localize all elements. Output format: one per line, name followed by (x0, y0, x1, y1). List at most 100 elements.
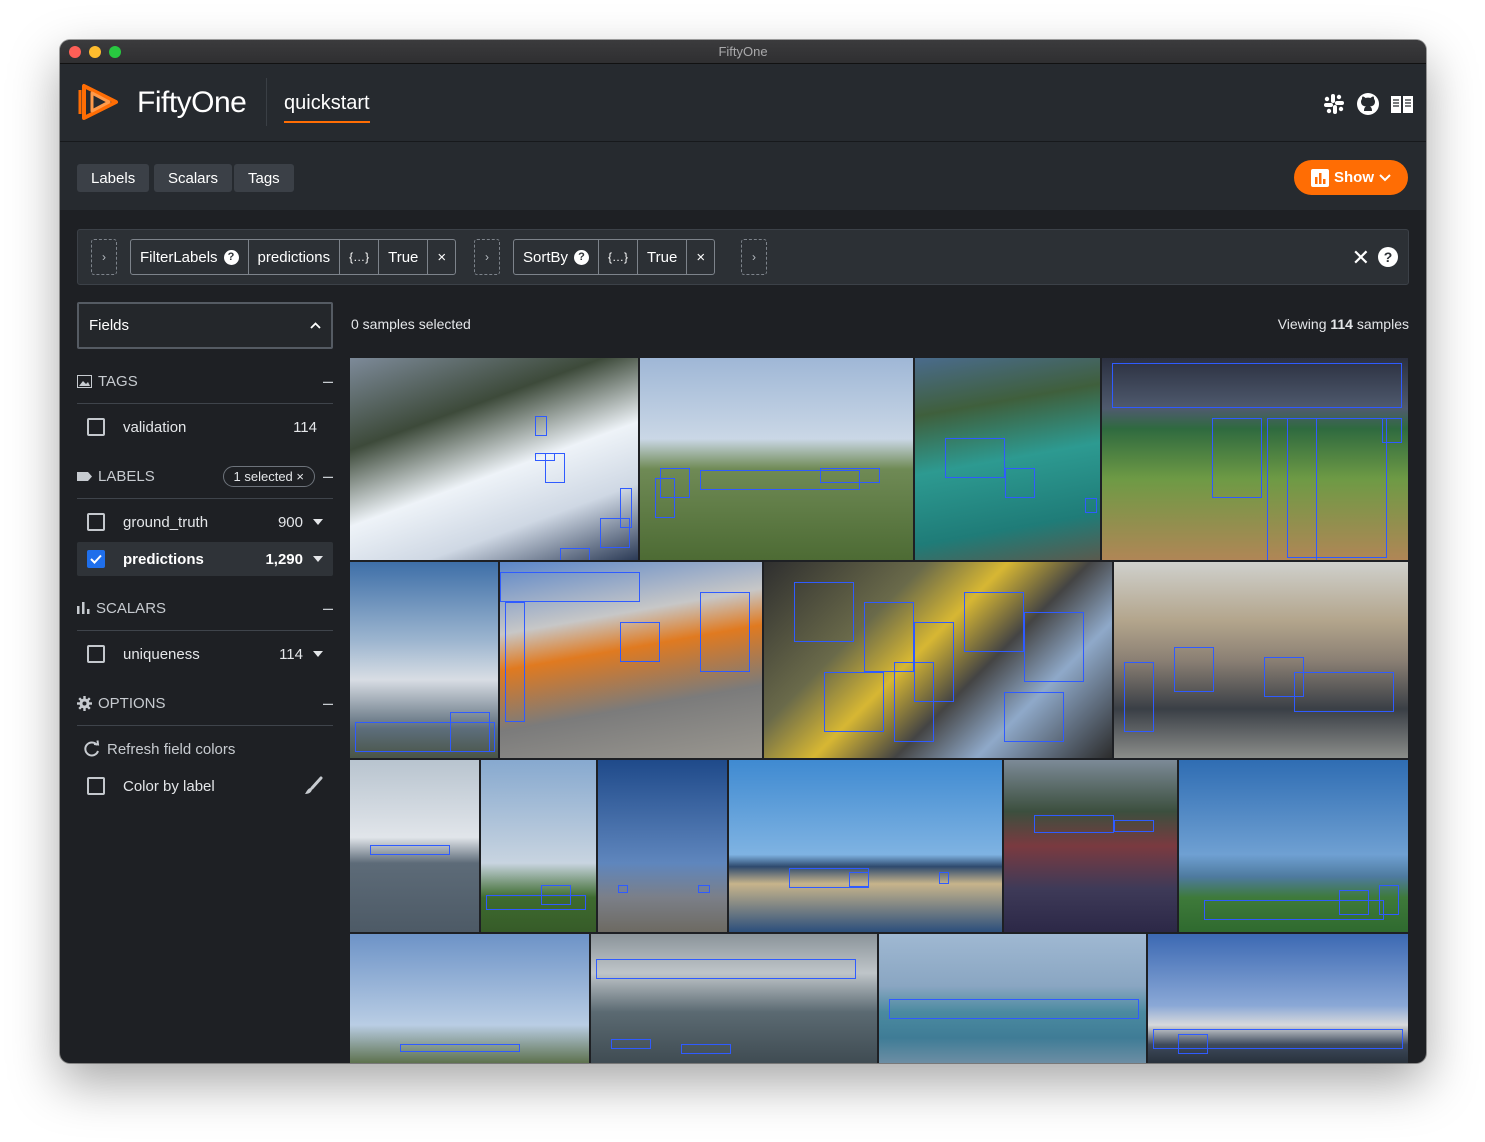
sample-thumbnail[interactable] (879, 934, 1146, 1063)
sample-thumbnail[interactable] (1179, 760, 1408, 932)
labels-title: LABELS (98, 467, 155, 485)
expand-caret-icon[interactable] (313, 519, 323, 525)
sample-thumbnail[interactable] (350, 358, 638, 560)
detection-box (964, 592, 1024, 652)
expand-caret-icon[interactable] (313, 651, 323, 657)
scalars-section-header[interactable]: SCALARS – (77, 596, 333, 620)
sample-thumbnail[interactable] (350, 760, 479, 932)
label-name: predictions (123, 550, 204, 568)
help-icon[interactable]: ? (223, 249, 239, 265)
label-row-predictions[interactable]: predictions 1,290 (77, 542, 333, 576)
tag-row-validation[interactable]: validation 114 (77, 410, 333, 444)
detection-box (1287, 418, 1387, 558)
sample-thumbnail[interactable] (481, 760, 596, 932)
scalars-tab-button[interactable]: Scalars (154, 164, 233, 192)
tag-name: validation (123, 418, 187, 436)
detection-box (681, 1044, 731, 1054)
chevron-down-icon (1379, 173, 1391, 181)
dataset-selector[interactable]: quickstart (284, 92, 370, 123)
bar-chart-icon (1311, 168, 1329, 187)
options-section-header[interactable]: OPTIONS – (77, 691, 333, 715)
label-tag-icon (77, 471, 92, 481)
sample-thumbnail[interactable] (729, 760, 1002, 932)
collapse-icon[interactable]: – (323, 372, 333, 390)
detection-box (939, 872, 949, 884)
sample-thumbnail[interactable] (591, 934, 877, 1063)
divider (77, 725, 333, 726)
collapse-icon[interactable]: – (323, 599, 333, 617)
checkbox[interactable] (87, 513, 105, 531)
sample-thumbnail[interactable] (598, 760, 727, 932)
divider (77, 498, 333, 499)
show-label: Show (1334, 169, 1374, 186)
filterlabels-stage[interactable]: FilterLabels? predictions {…} True × (130, 239, 457, 275)
collapse-icon[interactable]: – (323, 467, 333, 485)
sample-thumbnail[interactable] (915, 358, 1100, 560)
sample-thumbnail[interactable] (1148, 934, 1408, 1063)
bar-chart-icon (77, 602, 90, 614)
close-window-button[interactable] (69, 46, 81, 58)
sample-thumbnail[interactable] (1102, 358, 1408, 560)
help-icon[interactable]: ? (574, 249, 590, 265)
add-stage-button[interactable]: › (91, 239, 117, 275)
stage-flag-value[interactable]: True (379, 240, 429, 274)
label-name: ground_truth (123, 513, 209, 531)
fiftyone-logo-icon[interactable] (78, 80, 122, 124)
sample-thumbnail[interactable] (350, 562, 498, 758)
scalar-count: 114 (279, 645, 303, 663)
show-plots-button[interactable]: Show (1294, 160, 1408, 195)
slack-icon[interactable] (1322, 92, 1346, 116)
sample-thumbnail[interactable] (1114, 562, 1408, 758)
color-by-label-row[interactable]: Color by label (77, 769, 333, 803)
remove-stage-icon[interactable]: × (428, 240, 455, 274)
detection-box (945, 438, 1005, 478)
sample-thumbnail[interactable] (1004, 760, 1177, 932)
checkbox-checked[interactable] (87, 550, 105, 568)
add-stage-button[interactable]: › (741, 239, 767, 275)
refresh-colors-button[interactable]: Refresh field colors (77, 732, 333, 766)
expand-caret-icon[interactable] (313, 556, 323, 562)
add-stage-button[interactable]: › (474, 239, 500, 275)
label-count: 1,290 (265, 550, 303, 568)
checkbox[interactable] (87, 645, 105, 663)
tags-tab-button[interactable]: Tags (234, 164, 294, 192)
stage-expression-value[interactable]: {…} (340, 240, 380, 274)
detection-box (541, 885, 571, 905)
app-header: FiftyOne quickstart (60, 64, 1426, 142)
clear-view-icon[interactable]: ✕ (1352, 245, 1370, 271)
fields-dropdown[interactable]: Fields (77, 302, 333, 349)
sortby-stage[interactable]: SortBy? {…} True × (513, 239, 716, 275)
sample-thumbnail[interactable] (640, 358, 913, 560)
stage-flag-value[interactable]: True (638, 240, 688, 274)
sample-thumbnail[interactable] (350, 934, 589, 1063)
detection-box (618, 885, 628, 893)
minimize-window-button[interactable] (89, 46, 101, 58)
scalar-row-uniqueness[interactable]: uniqueness 114 (77, 637, 333, 671)
checkbox[interactable] (87, 418, 105, 436)
viewing-prefix: Viewing (1277, 316, 1327, 332)
detection-box (655, 478, 675, 518)
zoom-window-button[interactable] (109, 46, 121, 58)
checkbox[interactable] (87, 777, 105, 795)
remove-stage-icon[interactable]: × (687, 240, 714, 274)
labels-section-header[interactable]: LABELS 1 selected × – (77, 464, 333, 488)
github-icon[interactable] (1356, 92, 1380, 116)
detection-box (1004, 692, 1064, 742)
stage-field-value[interactable]: predictions (249, 240, 341, 274)
stage-name-text: SortBy (523, 248, 569, 266)
labels-tab-button[interactable]: Labels (77, 164, 150, 192)
stage-expression-value[interactable]: {…} (599, 240, 639, 274)
detection-box (486, 895, 586, 910)
label-row-ground-truth[interactable]: ground_truth 900 (77, 505, 333, 539)
sample-thumbnail[interactable] (500, 562, 762, 758)
detection-box (1339, 890, 1369, 915)
tags-section-header[interactable]: TAGS – (77, 369, 333, 393)
selected-labels-pill[interactable]: 1 selected × (222, 465, 315, 487)
view-help-icon[interactable]: ? (1378, 247, 1398, 267)
brand-name[interactable]: FiftyOne (137, 86, 247, 120)
paintbrush-icon[interactable] (303, 776, 323, 796)
docs-book-icon[interactable] (1390, 92, 1414, 116)
tag-count: 114 (293, 418, 317, 436)
collapse-icon[interactable]: – (323, 694, 333, 712)
sample-thumbnail[interactable] (764, 562, 1112, 758)
